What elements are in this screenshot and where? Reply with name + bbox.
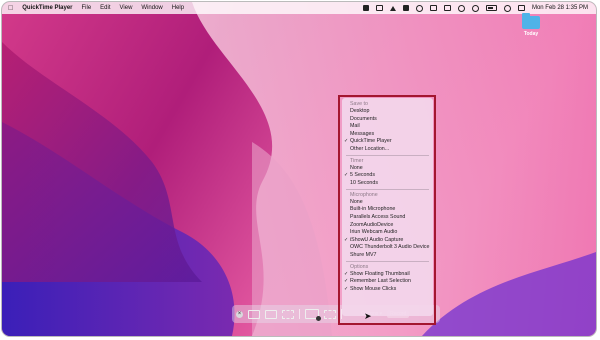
menu-item[interactable]: Built-in Microphone bbox=[342, 206, 433, 214]
record-selection-button[interactable] bbox=[324, 309, 336, 319]
menu-item[interactable]: None bbox=[342, 165, 433, 173]
screen-icon[interactable] bbox=[375, 5, 383, 11]
menu-item[interactable]: Documents bbox=[342, 116, 433, 124]
record-entire-screen-button[interactable] bbox=[305, 309, 321, 321]
menu-section-header: Timer bbox=[350, 157, 364, 164]
battery-icon[interactable] bbox=[485, 5, 497, 11]
mouse-pointer-icon: ➤ bbox=[364, 311, 372, 321]
toolbar-divider bbox=[299, 309, 300, 319]
menu-separator bbox=[346, 261, 429, 263]
cursor-tool-icon[interactable] bbox=[389, 5, 396, 11]
menu-item[interactable]: Mail bbox=[342, 123, 433, 131]
menu-item[interactable]: Iriun Webcam Audio bbox=[342, 229, 433, 237]
menu-item[interactable]: Remember Last Selection bbox=[342, 278, 433, 286]
window-icon[interactable] bbox=[429, 5, 437, 11]
menu-item[interactable]: OWC Thunderbolt 3 Audio Device bbox=[342, 244, 433, 252]
menu-window[interactable]: Window bbox=[141, 5, 162, 11]
display-icon[interactable] bbox=[443, 5, 451, 11]
close-toolbar-button[interactable]: × bbox=[236, 310, 243, 318]
desktop-folder-today[interactable]: Today bbox=[520, 13, 542, 37]
control-center-icon[interactable] bbox=[517, 5, 525, 11]
menu-help[interactable]: Help bbox=[172, 5, 184, 11]
capture-entire-screen-button[interactable] bbox=[248, 309, 260, 319]
desktop-screen:  QuickTime Player File Edit View Window… bbox=[2, 2, 596, 336]
menu-item[interactable]: 5 Seconds bbox=[342, 172, 433, 180]
record-status-icon[interactable] bbox=[415, 4, 423, 12]
menu-item[interactable]: Show Mouse Clicks bbox=[342, 286, 433, 294]
bluetooth-icon[interactable] bbox=[457, 4, 465, 12]
cloud-icon[interactable] bbox=[362, 5, 369, 11]
apple-menu-icon[interactable]:  bbox=[8, 5, 13, 12]
capture-selection-button[interactable] bbox=[282, 309, 294, 319]
app-status-icon[interactable] bbox=[402, 5, 409, 11]
menu-item[interactable]: Shure MV7 bbox=[342, 252, 433, 260]
menu-item[interactable]: QuickTime Player bbox=[342, 138, 433, 146]
menu-section-header: Save to bbox=[350, 101, 368, 107]
menu-section-header: Microphone bbox=[350, 191, 378, 198]
menu-section-header: Options bbox=[350, 263, 369, 270]
menu-separator bbox=[346, 189, 429, 191]
menu-item[interactable]: ZoomAudioDevice bbox=[342, 222, 433, 230]
menu-item[interactable]: Messages bbox=[342, 131, 433, 139]
menu-file[interactable]: File bbox=[82, 5, 92, 11]
menu-item[interactable]: iShowU Audio Capture bbox=[342, 237, 433, 245]
wallpaper bbox=[2, 2, 596, 336]
menu-item[interactable]: Other Location... bbox=[342, 146, 433, 154]
capture-window-button[interactable] bbox=[265, 309, 277, 319]
search-icon[interactable] bbox=[503, 4, 511, 12]
menu-view[interactable]: View bbox=[120, 5, 133, 11]
folder-icon bbox=[522, 13, 540, 29]
menu-item[interactable]: 10 Seconds bbox=[342, 180, 433, 188]
menu-item[interactable]: Parallels Access Sound bbox=[342, 214, 433, 222]
menu-clock[interactable]: Mon Feb 28 1:35 PM bbox=[532, 5, 588, 11]
menu-item[interactable]: Show Floating Thumbnail bbox=[342, 271, 433, 279]
desktop-folder-label: Today bbox=[523, 31, 539, 37]
menu-edit[interactable]: Edit bbox=[100, 5, 110, 11]
menu-bar:  QuickTime Player File Edit View Window… bbox=[2, 2, 596, 14]
menu-separator bbox=[346, 155, 429, 157]
wifi-icon[interactable] bbox=[471, 4, 479, 12]
menu-app-name[interactable]: QuickTime Player bbox=[22, 5, 72, 11]
options-dropdown-menu: Save toDesktopDocumentsMailMessagesQuick… bbox=[342, 98, 433, 316]
menu-item[interactable]: Desktop bbox=[342, 108, 433, 116]
menu-item[interactable]: None bbox=[342, 199, 433, 207]
